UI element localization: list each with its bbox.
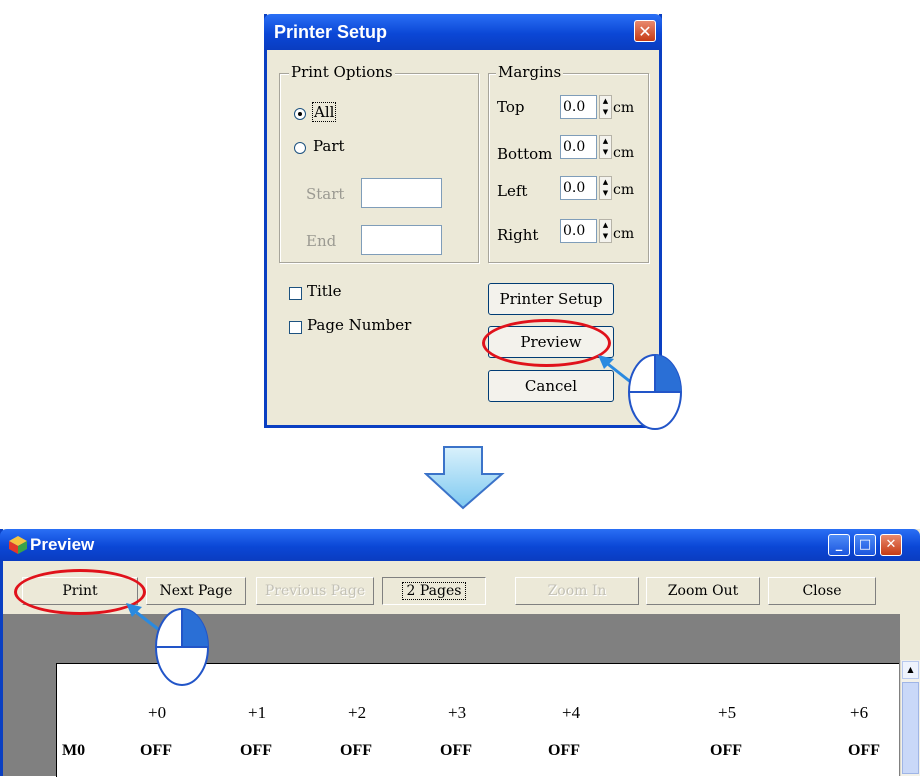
cell-m0-2: OFF: [340, 742, 372, 759]
top-margin-input[interactable]: 0.0: [560, 95, 597, 119]
col-header-3: +3: [448, 703, 467, 722]
right-margin-input[interactable]: 0.0: [560, 219, 597, 243]
app-icon: [9, 536, 27, 554]
scroll-thumb[interactable]: [902, 682, 919, 774]
col-header-6: +6: [850, 703, 869, 722]
radio-part[interactable]: [294, 142, 306, 154]
cell-m0-3: OFF: [440, 742, 472, 759]
page-number-checkbox-label[interactable]: Page Number: [307, 316, 411, 334]
down-arrow-icon: [424, 446, 505, 510]
bottom-margin-unit: cm: [613, 145, 635, 161]
col-header-2: +2: [348, 703, 367, 722]
scroll-up-icon[interactable]: ▲: [902, 661, 919, 679]
start-label: Start: [306, 185, 345, 203]
col-header-1: +1: [248, 703, 267, 722]
two-pages-button[interactable]: 2 Pages: [382, 577, 486, 605]
end-input[interactable]: [361, 225, 442, 255]
mouse-click-icon-2: [126, 603, 209, 686]
bottom-margin-spinner[interactable]: ▲ ▼: [599, 135, 612, 159]
radio-part-label[interactable]: Part: [313, 137, 345, 155]
vertical-scrollbar[interactable]: ▲: [900, 660, 920, 776]
left-margin-unit: cm: [613, 182, 635, 198]
top-margin-unit: cm: [613, 100, 635, 116]
zoom-in-button[interactable]: Zoom In: [515, 577, 639, 605]
mouse-click-icon: [598, 354, 682, 430]
zoom-out-button[interactable]: Zoom Out: [646, 577, 760, 605]
left-margin-input[interactable]: 0.0: [560, 176, 597, 200]
top-margin-spinner[interactable]: ▲ ▼: [599, 95, 612, 119]
page-number-checkbox[interactable]: [289, 321, 302, 334]
close-button[interactable]: Close: [768, 577, 876, 605]
close-icon[interactable]: ✕: [634, 20, 656, 42]
start-input[interactable]: [361, 178, 442, 208]
col-header-0: +0: [148, 703, 167, 722]
right-margin-spinner[interactable]: ▲ ▼: [599, 219, 612, 243]
dialog-title: Printer Setup: [274, 22, 388, 42]
bottom-margin-input[interactable]: 0.0: [560, 135, 597, 159]
cell-m0-1: OFF: [240, 742, 272, 759]
left-margin-label: Left: [497, 182, 528, 200]
radio-all[interactable]: [294, 108, 306, 120]
dialog-titlebar[interactable]: Printer Setup ✕: [264, 14, 662, 50]
printer-setup-button[interactable]: Printer Setup: [488, 283, 614, 315]
minimize-icon[interactable]: _: [828, 534, 850, 556]
row-label-m0: M0: [62, 742, 86, 759]
margins-label: Margins: [496, 63, 564, 81]
cell-m0-5: OFF: [710, 742, 742, 759]
preview-titlebar[interactable]: Preview _ □ ✕: [0, 529, 920, 561]
preview-title: Preview: [30, 535, 95, 554]
cell-m0-6: OFF: [848, 742, 880, 759]
maximize-icon[interactable]: □: [854, 534, 876, 556]
col-header-4: +4: [562, 703, 581, 722]
top-margin-label: Top: [497, 98, 525, 116]
end-label: End: [306, 232, 337, 250]
right-margin-label: Right: [497, 226, 539, 244]
left-margin-spinner[interactable]: ▲ ▼: [599, 176, 612, 200]
close-window-icon[interactable]: ✕: [880, 534, 902, 556]
title-checkbox[interactable]: [289, 287, 302, 300]
title-checkbox-label[interactable]: Title: [307, 282, 342, 300]
right-margin-unit: cm: [613, 226, 635, 242]
two-pages-label: 2 Pages: [401, 582, 467, 600]
cell-m0-0: OFF: [140, 742, 172, 759]
radio-all-label[interactable]: All: [311, 102, 337, 122]
previous-page-button[interactable]: Previous Page: [256, 577, 374, 605]
col-header-5: +5: [718, 703, 737, 722]
cell-m0-4: OFF: [548, 742, 580, 759]
bottom-margin-label: Bottom: [497, 145, 553, 163]
print-options-label: Print Options: [289, 63, 395, 81]
